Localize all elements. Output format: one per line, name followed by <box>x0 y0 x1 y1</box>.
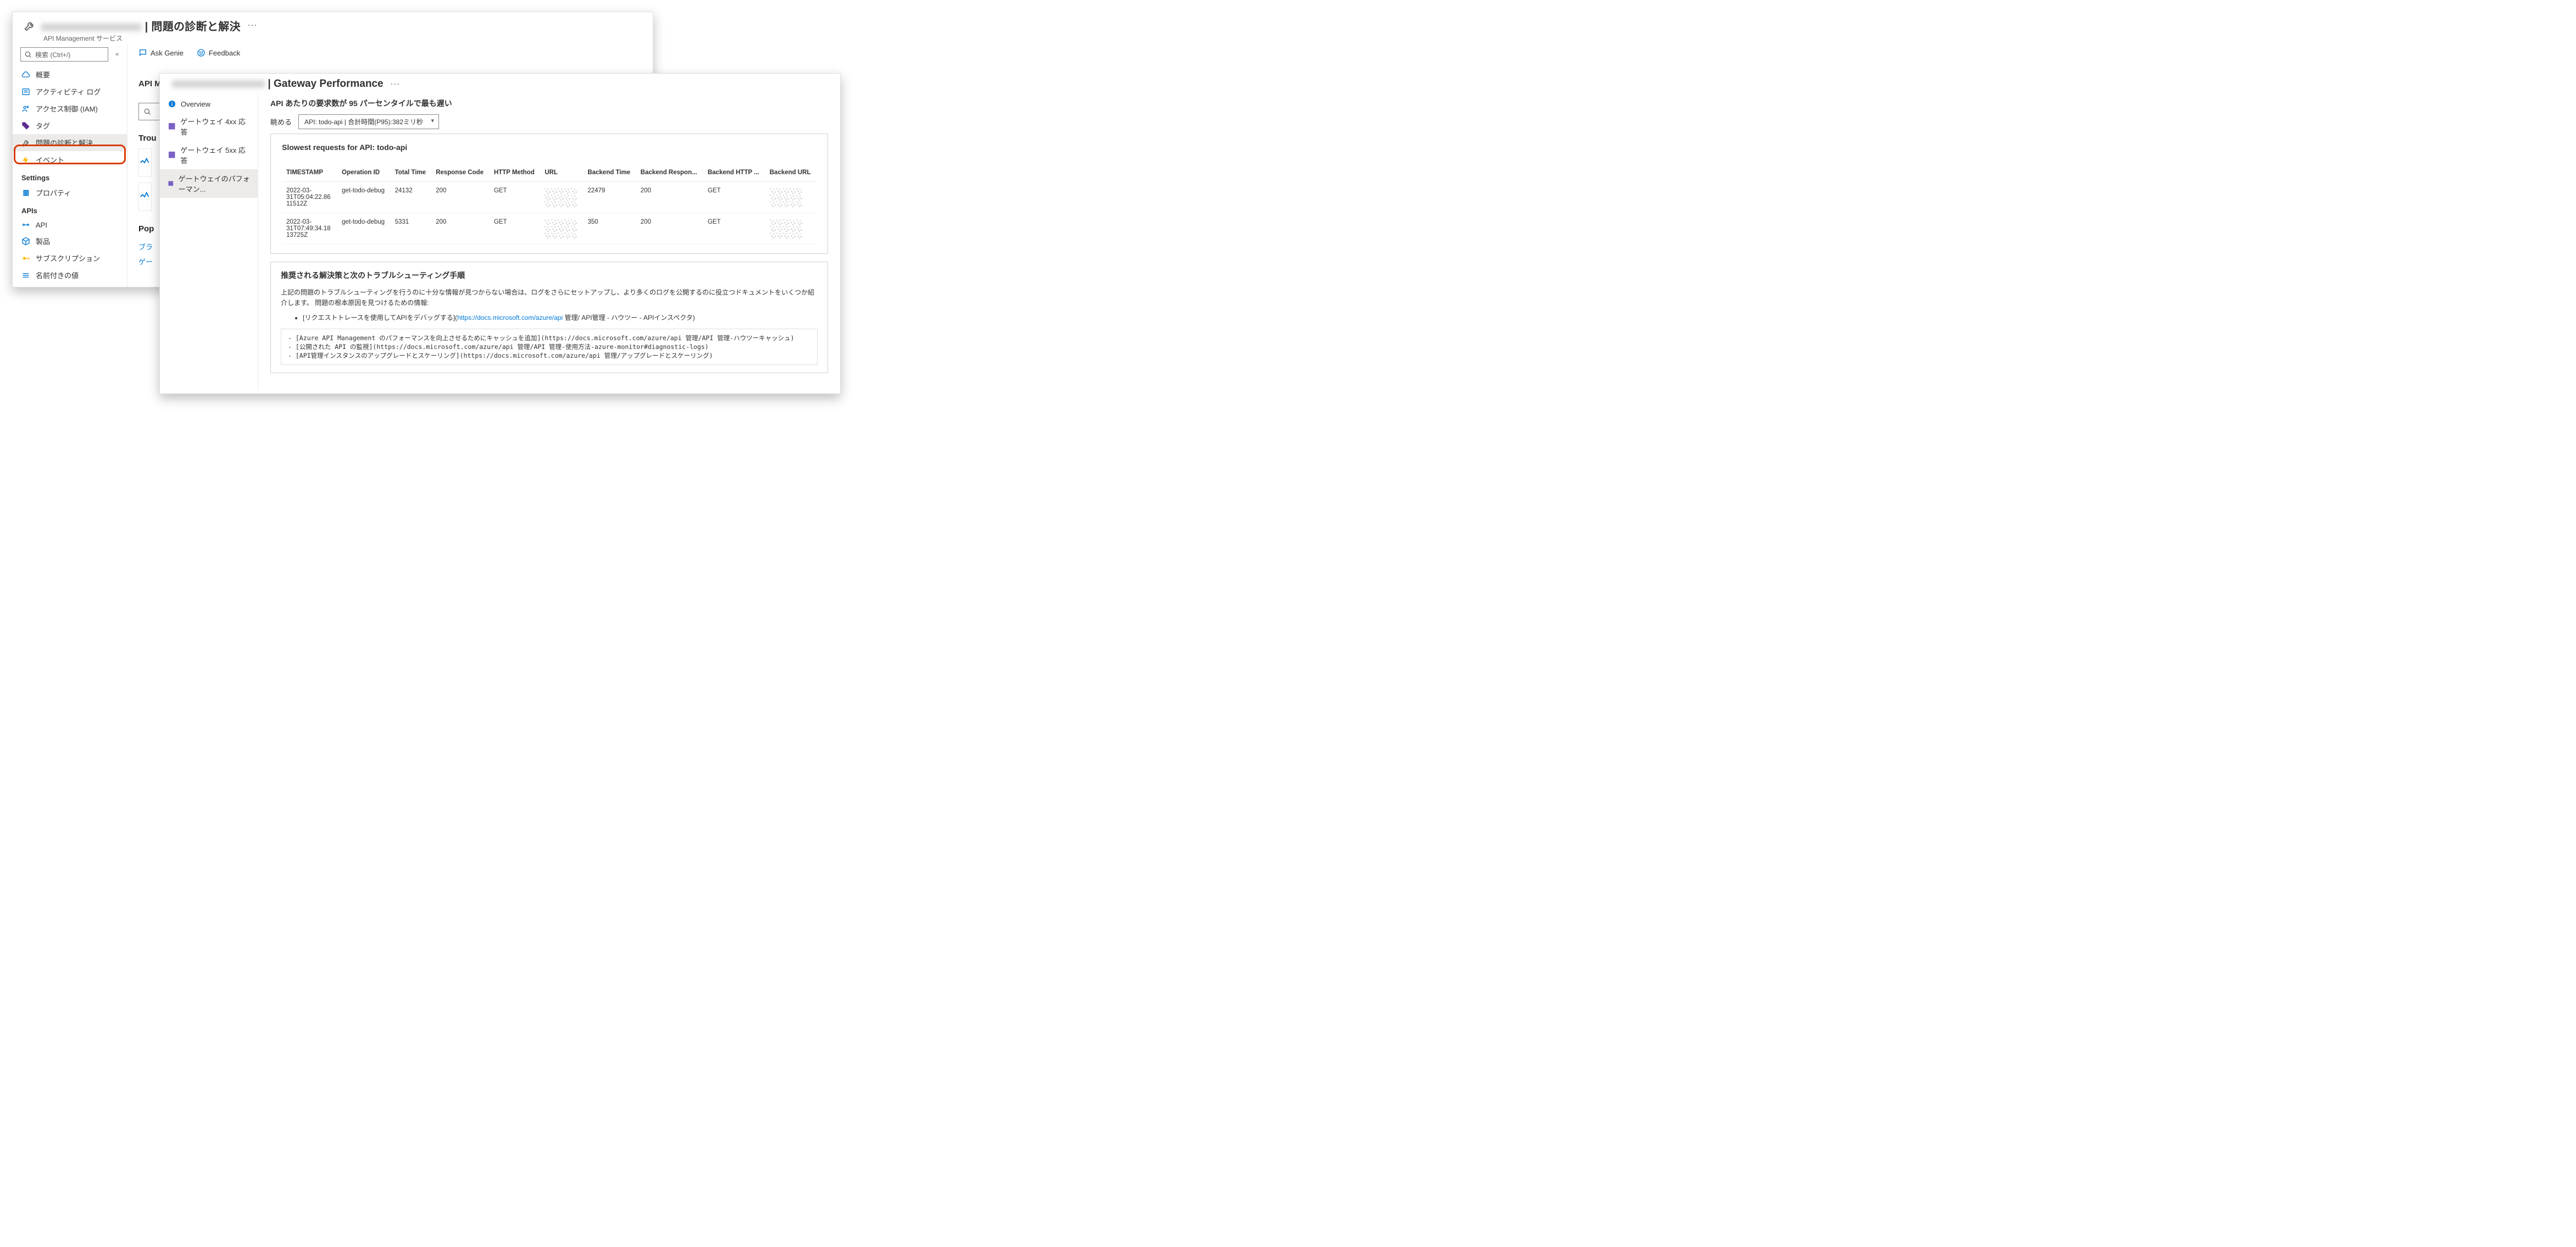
slowest-requests-title: Slowest requests for API: todo-api <box>282 143 817 152</box>
reco-paragraph: 上記の問題のトラブルシューティングを行うのに十分な情報が見つからない場合は、ログ… <box>281 287 818 308</box>
col-timestamp: TIMESTAMP <box>282 166 337 182</box>
properties-icon <box>21 189 30 197</box>
reco-list: [リクエストトレースを使用してAPIをデバッグする](https://docs.… <box>281 313 818 322</box>
gateway-perf-header: xxxxxxxxxxxxxxxx | Gateway Performance ⋯ <box>160 74 840 92</box>
detector-4xx[interactable]: ゲートウェイ 4xx 応答 <box>160 112 258 141</box>
info-icon <box>168 99 176 108</box>
table-row: 2022-03-31T07:49:34.1813725Z get-todo-de… <box>282 213 817 245</box>
command-bar: Ask Genie Feedback <box>138 43 642 63</box>
col-http-method: HTTP Method <box>490 166 540 182</box>
nav-access-control[interactable]: アクセス制御 (IAM) <box>13 100 127 117</box>
nav-subscriptions[interactable]: サブスクリプション <box>13 250 127 267</box>
page-title: xxxxxxxxxxxxxxxx | 問題の診断と解決 <box>41 18 241 34</box>
detector-overview[interactable]: Overview <box>160 96 258 112</box>
col-total-time: Total Time <box>391 166 431 182</box>
reco-codebox: - [Azure API Management のパフォーマンスを向上させるため… <box>281 329 818 365</box>
page-subtitle: API Management サービス <box>13 34 653 43</box>
cloud-icon <box>21 70 30 79</box>
redacted-url <box>545 187 578 207</box>
feedback-button[interactable]: Feedback <box>197 48 240 57</box>
tag-icon <box>21 121 30 130</box>
nav-overview[interactable]: 概要 <box>13 66 127 83</box>
slowest-p95-heading: API あたりの要求数が 95 パーセンタイルで最も遅い <box>270 98 828 109</box>
sidebar-collapse-button[interactable]: « <box>112 51 123 58</box>
col-backend-http: Backend HTTP ... <box>703 166 765 182</box>
redacted-backend-url-2 <box>770 219 803 239</box>
slowest-requests-table: TIMESTAMP Operation ID Total Time Respon… <box>282 166 817 245</box>
view-label: 眺める <box>270 117 292 127</box>
detector-sidebar: Overview ゲートウェイ 4xx 応答 ゲートウェイ 5xx 応答 ゲート… <box>160 92 258 390</box>
slowest-requests-card: Slowest requests for API: todo-api TIMES… <box>270 134 828 254</box>
nav-backends[interactable]: Backends <box>13 284 127 287</box>
resource-name-blur: xxxxxxxxxxxxxxxx <box>41 21 142 33</box>
perf-tile-2[interactable] <box>138 182 152 211</box>
metric-icon <box>168 122 176 131</box>
col-url: URL <box>540 166 583 182</box>
page-header: xxxxxxxxxxxxxxxx | 問題の診断と解決 ⋯ <box>13 12 653 35</box>
box-icon <box>21 237 30 246</box>
nav-api[interactable]: API <box>13 217 127 232</box>
header-more-icon[interactable]: ⋯ <box>247 20 257 31</box>
nav-activity-log[interactable]: アクティビティ ログ <box>13 83 127 100</box>
sidebar: 検索 (Ctrl+/) « 概要 アクティビティ ログ <box>13 43 127 287</box>
ask-genie-button[interactable]: Ask Genie <box>138 48 184 57</box>
nav-events[interactable]: イベント <box>13 151 127 168</box>
nav-named-values[interactable]: 名前付きの値 <box>13 267 127 284</box>
nav-products[interactable]: 製品 <box>13 232 127 250</box>
col-backend-url: Backend URL <box>765 166 817 182</box>
resource-name-blur-2: xxxxxxxxxxxxxxxx <box>172 78 265 90</box>
list-icon <box>21 271 30 280</box>
detector-5xx[interactable]: ゲートウェイ 5xx 応答 <box>160 141 258 169</box>
perf-tile[interactable] <box>138 148 152 177</box>
people-icon <box>21 104 30 113</box>
api-select[interactable]: API: todo-api | 合計時間(P95):382ミリ秒 <box>298 114 439 129</box>
bolt-icon <box>21 156 30 164</box>
sidebar-search-input[interactable]: 検索 (Ctrl+/) <box>20 47 108 62</box>
gateway-performance-window: xxxxxxxxxxxxxxxx | Gateway Performance ⋯… <box>159 73 841 394</box>
nav-group-apis: APIs <box>13 201 127 217</box>
nav-group-settings: Settings <box>13 168 127 184</box>
nav-diagnose-solve[interactable]: 問題の診断と解決 <box>13 134 127 151</box>
diagnostics-search-input[interactable] <box>138 103 160 120</box>
reco-link[interactable]: https://docs.microsoft.com/azure/api <box>457 314 563 322</box>
wrench-icon <box>24 20 36 32</box>
col-backend-response: Backend Respon... <box>636 166 703 182</box>
api-icon <box>21 220 30 229</box>
view-selector-row: 眺める API: todo-api | 合計時間(P95):382ミリ秒 <box>270 114 828 129</box>
redacted-url-2 <box>545 219 578 239</box>
recommendation-card: 推奨される解決策と次のトラブルシューティング手順 上記の問題のトラブルシューティ… <box>270 262 828 373</box>
key-icon <box>21 254 30 263</box>
reco-item: [リクエストトレースを使用してAPIをデバッグする](https://docs.… <box>303 313 818 322</box>
metric-icon-2 <box>168 151 176 159</box>
col-response-code: Response Code <box>431 166 490 182</box>
detector-main: API あたりの要求数が 95 パーセンタイルで最も遅い 眺める API: to… <box>258 92 840 390</box>
gateway-more-icon[interactable]: ⋯ <box>390 79 400 90</box>
col-operation-id: Operation ID <box>337 166 391 182</box>
redacted-backend-url <box>770 187 803 207</box>
nav-tags[interactable]: タグ <box>13 117 127 134</box>
reco-title: 推奨される解決策と次のトラブルシューティング手順 <box>281 270 818 281</box>
wrench-small-icon <box>21 138 30 147</box>
nav-properties[interactable]: プロパティ <box>13 184 127 201</box>
metric-icon-3 <box>168 179 174 188</box>
detector-performance[interactable]: ゲートウェイのパフォーマン... <box>160 169 258 198</box>
table-row: 2022-03-31T05:04:22.8611512Z get-todo-de… <box>282 182 817 213</box>
activity-icon <box>21 87 30 96</box>
col-backend-time: Backend Time <box>583 166 636 182</box>
